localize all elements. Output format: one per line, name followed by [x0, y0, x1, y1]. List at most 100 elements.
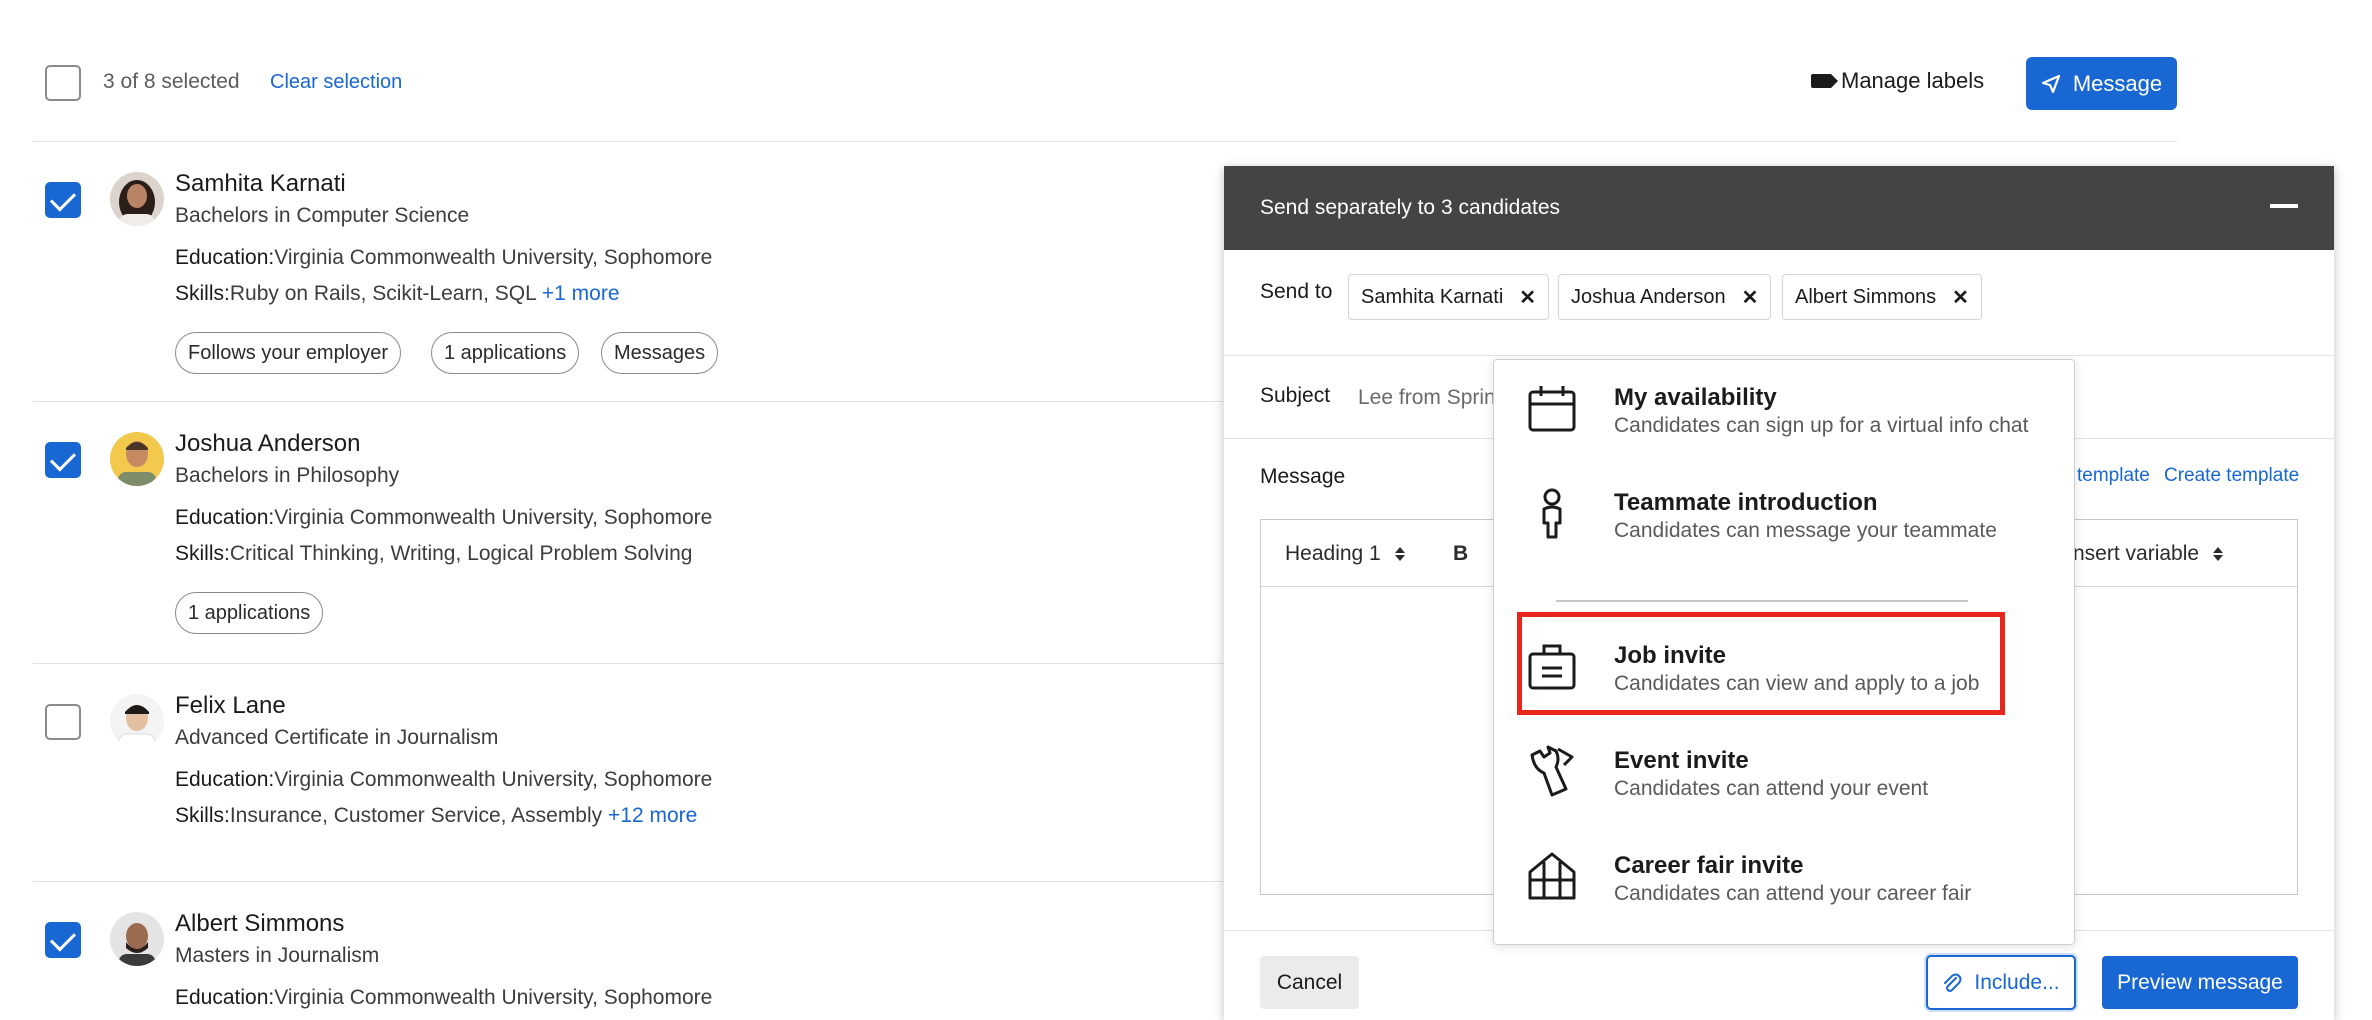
preview-label: Preview message: [2117, 970, 2283, 994]
label-icon: [1811, 74, 1838, 88]
candidate-degree: Bachelors in Philosophy: [175, 464, 400, 487]
recipient-chip: Joshua Anderson ✕: [1558, 274, 1772, 320]
clear-selection-link[interactable]: Clear selection: [270, 71, 402, 94]
person-icon: [1542, 488, 1562, 539]
candidate-degree: Bachelors in Computer Science: [175, 204, 470, 227]
recipient-name: Albert Simmons: [1795, 285, 1937, 308]
send-to-label: Send to: [1260, 280, 1333, 303]
candidate-name[interactable]: Albert Simmons: [175, 910, 344, 938]
select-arrows-icon: [1394, 547, 1405, 561]
minimize-icon[interactable]: [2270, 204, 2298, 208]
heading-select[interactable]: Heading 1: [1285, 542, 1405, 566]
select-all-checkbox[interactable]: [45, 65, 81, 101]
menu-item-event-invite[interactable]: Event invite Candidates can attend your …: [1494, 723, 2074, 819]
more-skills-link[interactable]: +1 more: [542, 282, 620, 305]
candidate-degree: Advanced Certificate in Journalism: [175, 726, 499, 749]
skills-label: Skills:: [175, 282, 230, 305]
message-button-label: Message: [2072, 70, 2163, 96]
cancel-button[interactable]: Cancel: [1260, 956, 1359, 1009]
candidate-checkbox[interactable]: [45, 922, 81, 958]
selection-count: 3 of 8 selected: [103, 70, 240, 93]
education-label: Education:: [175, 246, 275, 269]
candidate-skills: Skills:Critical Thinking, Writing, Logic…: [175, 542, 692, 566]
skills-label: Skills:: [175, 542, 230, 565]
insert-variable-select[interactable]: nsert variable: [2073, 542, 2224, 566]
remove-recipient-icon[interactable]: ✕: [1742, 285, 1759, 310]
education-value: Virginia Commonwealth University, Sophom…: [274, 986, 713, 1009]
selection-toolbar: 3 of 8 selected Clear selection Manage l…: [0, 0, 2200, 142]
menu-item-subtitle: Candidates can view and apply to a job: [1614, 672, 1980, 695]
menu-item-my-availability[interactable]: My availability Candidates can sign up f…: [1494, 360, 2074, 456]
subject-label: Subject: [1260, 384, 1331, 407]
menu-item-subtitle: Candidates can sign up for a virtual inf…: [1614, 414, 2029, 437]
select-arrows-icon: [2213, 547, 2224, 561]
recipient-chip: Samhita Karnati ✕: [1348, 274, 1550, 320]
ticket-icon: [1530, 745, 1574, 797]
avatar: [110, 694, 164, 748]
candidate-card: Samhita Karnati Bachelors in Computer Sc…: [0, 142, 1220, 402]
compose-divider: [1224, 355, 2334, 356]
briefcase-icon: [1528, 644, 1576, 690]
building-icon: [1528, 852, 1576, 900]
menu-item-title: Event invite: [1614, 747, 1749, 774]
avatar: [110, 172, 164, 226]
manage-labels-text: Manage labels: [1841, 68, 1985, 93]
menu-item-title: My availability: [1614, 384, 1777, 411]
candidate-education: Education:Virginia Commonwealth Universi…: [175, 768, 712, 792]
candidate-name[interactable]: Samhita Karnati: [175, 170, 346, 198]
manage-labels-button[interactable]: Manage labels: [1811, 68, 1984, 94]
remove-recipient-icon[interactable]: ✕: [1952, 285, 1969, 310]
preview-message-button[interactable]: Preview message: [2102, 956, 2298, 1009]
avatar: [110, 912, 164, 966]
candidate-education: Education:Virginia Commonwealth Universi…: [175, 506, 712, 530]
candidate-name[interactable]: Felix Lane: [175, 692, 286, 720]
menu-item-career-fair-invite[interactable]: Career fair invite Candidates can attend…: [1494, 828, 2074, 924]
candidate-checkbox[interactable]: [45, 442, 81, 478]
candidate-checkbox[interactable]: [45, 182, 81, 218]
candidate-name[interactable]: Joshua Anderson: [175, 430, 360, 458]
education-label: Education:: [175, 986, 275, 1009]
tag-pill: 1 applications: [175, 592, 324, 634]
use-template-link[interactable]: template: [2077, 465, 2150, 487]
message-button[interactable]: Message: [2026, 57, 2177, 110]
education-label: Education:: [175, 506, 275, 529]
create-template-link[interactable]: Create template: [2164, 465, 2299, 487]
candidate-skills: Skills:Ruby on Rails, Scikit-Learn, SQL …: [175, 282, 620, 306]
avatar: [110, 432, 164, 486]
education-value: Virginia Commonwealth University, Sophom…: [274, 246, 713, 269]
candidate-checkbox[interactable]: [45, 704, 81, 740]
recipient-name: Joshua Anderson: [1571, 285, 1726, 308]
recipient-name: Samhita Karnati: [1361, 285, 1504, 308]
menu-item-title: Teammate introduction: [1614, 489, 1878, 516]
subject-input[interactable]: Lee from Sprin: [1358, 386, 1496, 410]
calendar-icon: [1528, 386, 1576, 432]
skills-value: Critical Thinking, Writing, Logical Prob…: [229, 542, 693, 565]
menu-item-title: Career fair invite: [1614, 852, 1804, 879]
candidate-degree: Masters in Journalism: [175, 944, 380, 967]
tag-pill: Follows your employer: [175, 332, 402, 374]
bold-label: B: [1453, 542, 1469, 565]
compose-header: Send separately to 3 candidates: [1224, 166, 2334, 250]
paperclip-icon: [1944, 973, 1962, 992]
skills-label: Skills:: [175, 804, 230, 827]
menu-item-subtitle: Candidates can attend your event: [1614, 777, 1929, 800]
candidate-card: Felix Lane Advanced Certificate in Journ…: [0, 664, 1220, 882]
candidate-education: Education:Virginia Commonwealth Universi…: [175, 246, 712, 270]
menu-separator: [1556, 600, 1968, 602]
skills-value: Ruby on Rails, Scikit-Learn, SQL: [229, 282, 537, 305]
compose-title: Send separately to 3 candidates: [1260, 196, 1561, 219]
education-value: Virginia Commonwealth University, Sophom…: [274, 768, 713, 791]
include-button[interactable]: Include...: [1926, 955, 2076, 1010]
menu-item-job-invite[interactable]: Job invite Candidates can view and apply…: [1494, 618, 2074, 714]
more-skills-link[interactable]: +12 more: [608, 804, 697, 827]
send-icon: [2041, 74, 2060, 93]
menu-item-teammate-introduction[interactable]: Teammate introduction Candidates can mes…: [1494, 465, 2074, 561]
cancel-label: Cancel: [1276, 970, 1343, 994]
menu-item-subtitle: Candidates can attend your career fair: [1614, 882, 1972, 905]
message-label: Message: [1260, 465, 1346, 488]
recipient-chip: Albert Simmons ✕: [1782, 274, 1982, 320]
remove-recipient-icon[interactable]: ✕: [1519, 285, 1536, 310]
tag-pill: Messages: [601, 332, 719, 374]
candidate-education: Education:Virginia Commonwealth Universi…: [175, 986, 712, 1010]
bold-button[interactable]: B: [1453, 542, 1468, 566]
